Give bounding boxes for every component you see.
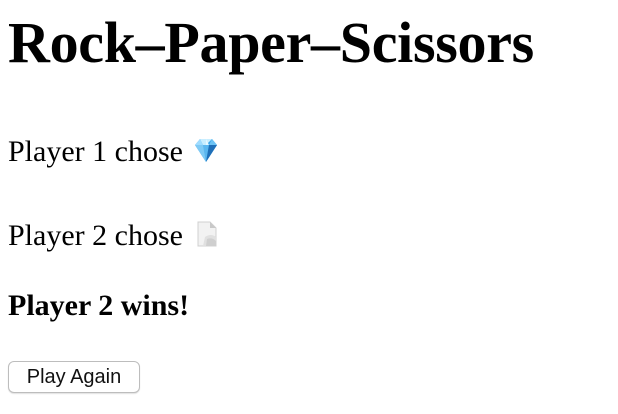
player-1-choice: Player 1 chose xyxy=(8,134,221,170)
player-1-choice-text: Player 1 chose xyxy=(8,135,183,168)
page-icon xyxy=(191,219,221,249)
play-again-button[interactable]: Play Again xyxy=(8,361,140,393)
result-text: Player 2 wins! xyxy=(8,289,190,322)
page-title: Rock–Paper–Scissors xyxy=(8,10,534,75)
gem-icon xyxy=(191,135,221,165)
player-2-choice-text: Player 2 chose xyxy=(8,219,183,252)
player-2-choice: Player 2 chose xyxy=(8,218,221,254)
